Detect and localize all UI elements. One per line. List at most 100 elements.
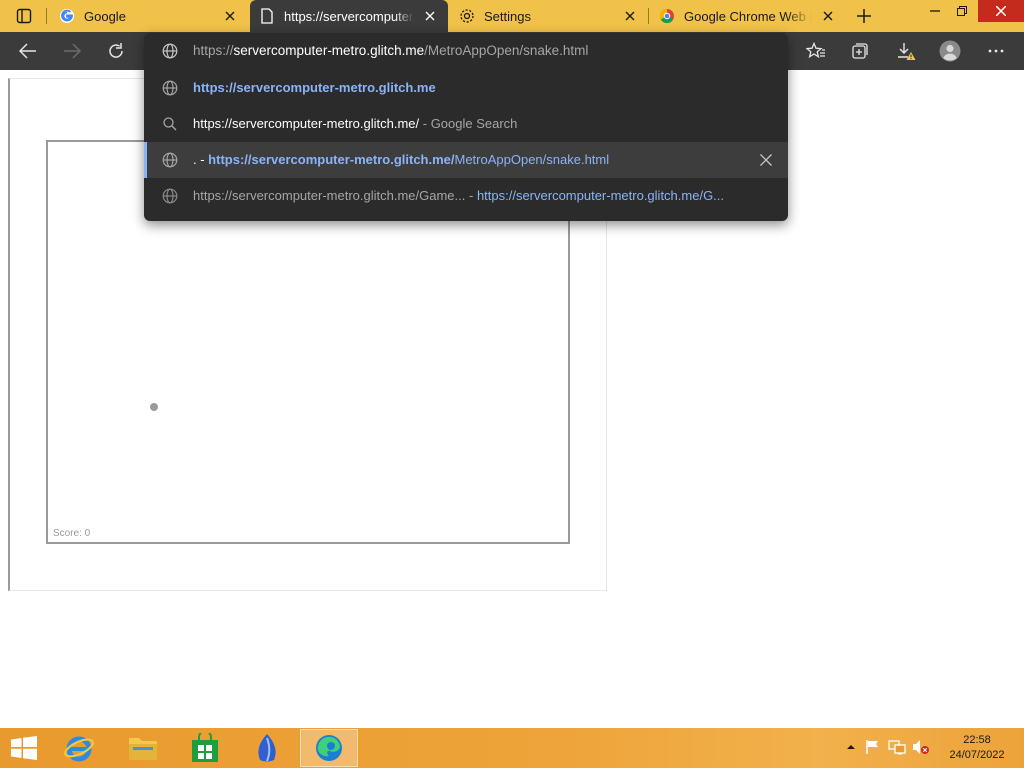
store-icon (192, 733, 218, 762)
favorites-button[interactable] (800, 36, 832, 66)
windows-logo-icon (11, 736, 37, 760)
suggestion-lead: . - (193, 152, 209, 167)
snake-food (150, 403, 158, 411)
address-input[interactable]: https://servercomputer-metro.glitch.me/M… (144, 33, 788, 69)
close-icon (996, 6, 1006, 16)
tab-separator (46, 8, 47, 24)
suggestion-title: https://servercomputer-metro.glitch.me/G… (193, 188, 466, 203)
suggestion-separator: - (465, 188, 477, 203)
suggestion-url: https://servercomputer-metro.glitch.me (193, 80, 436, 95)
close-icon (425, 11, 435, 21)
suggestion-item-selected[interactable]: . - https://servercomputer-metro.glitch.… (144, 142, 788, 178)
tab-close-button[interactable] (620, 6, 640, 26)
profile-button[interactable] (934, 36, 966, 66)
suggestion-item[interactable]: https://servercomputer-metro.glitch.me/ … (144, 106, 788, 142)
restore-icon (957, 6, 967, 16)
search-icon (162, 116, 178, 132)
tab-title: Google (84, 8, 126, 24)
network-icon (888, 740, 906, 755)
refresh-button[interactable] (100, 36, 132, 66)
suggestion-item[interactable]: https://servercomputer-metro.glitch.me/G… (144, 178, 788, 214)
refresh-icon (109, 43, 123, 58)
forward-button[interactable] (56, 36, 88, 66)
network-button[interactable] (888, 738, 906, 756)
taskbar-app[interactable] (238, 729, 296, 767)
globe-icon (162, 188, 178, 204)
chrome-icon (658, 7, 676, 25)
tab-google[interactable]: Google (50, 0, 248, 32)
chevron-up-icon (847, 745, 855, 749)
tab-close-button[interactable] (818, 6, 838, 26)
url-path: /MetroAppOpen/snake.html (424, 43, 589, 58)
score-label: Score: 0 (53, 528, 91, 539)
tab-strip: Google https://servercomputer-metro.glit… (0, 0, 1024, 32)
action-center-button[interactable] (864, 738, 882, 756)
tab-separator (648, 8, 649, 24)
collections-icon (852, 43, 868, 59)
download-icon (898, 43, 916, 60)
file-explorer-icon (129, 738, 157, 760)
close-icon (625, 11, 635, 21)
address-bar-dropdown: https://servercomputer-metro.glitch.me/M… (144, 33, 788, 221)
tab-title: Google Chrome Web Browser (684, 8, 812, 24)
tab-title: Settings (484, 8, 531, 24)
gear-icon (458, 7, 476, 25)
tab-chrome-web-browser[interactable]: Google Chrome Web Browser (650, 0, 846, 32)
new-tab-button[interactable] (852, 4, 876, 28)
page-icon (258, 7, 276, 25)
suggestion-suffix: - Google Search (419, 116, 518, 131)
close-icon (225, 11, 235, 21)
tab-close-button[interactable] (420, 6, 440, 26)
taskbar-file-explorer[interactable] (114, 729, 172, 767)
suggestion-url: https://servercomputer-metro.glitch.me/G… (476, 188, 725, 203)
favorites-icon (806, 42, 825, 59)
globe-icon (162, 80, 178, 96)
tab-actions-button[interactable] (8, 5, 40, 27)
collections-button[interactable] (844, 36, 876, 66)
app-icon (258, 734, 276, 762)
close-icon (760, 154, 772, 166)
restore-button[interactable] (947, 0, 977, 22)
google-g-icon (58, 7, 76, 25)
tab-settings[interactable]: Settings (450, 0, 648, 32)
plus-icon (857, 9, 871, 23)
remove-suggestion-button[interactable] (756, 150, 776, 170)
suggestion-item[interactable]: https://servercomputer-metro.glitch.me (144, 70, 788, 106)
taskbar-edge[interactable] (300, 729, 358, 767)
tab-close-button[interactable] (220, 6, 240, 26)
volume-muted-icon (913, 740, 929, 754)
flag-icon (866, 740, 878, 754)
tab-actions-icon (16, 8, 32, 24)
taskbar-internet-explorer[interactable] (50, 729, 108, 767)
suggestion-query: https://servercomputer-metro.glitch.me/ (193, 116, 420, 131)
minimize-button[interactable] (920, 0, 950, 22)
arrow-right-icon (64, 43, 81, 59)
edge-icon (316, 735, 342, 761)
tab-snake[interactable]: https://servercomputer-metro.glitch.me/M… (250, 0, 448, 32)
url-prefix: https:// (193, 43, 234, 58)
arrow-left-icon (19, 43, 36, 59)
globe-icon (162, 152, 178, 168)
taskbar-store[interactable] (176, 729, 234, 767)
volume-button[interactable] (912, 738, 930, 756)
tab-title: https://servercomputer-metro.glitch.me/M… (284, 8, 414, 24)
clock-date: 24/07/2022 (949, 749, 1005, 761)
suggestion-path: MetroAppOpen/snake.html (454, 152, 610, 167)
close-icon (823, 11, 833, 21)
internet-explorer-icon (64, 736, 94, 762)
back-button[interactable] (12, 36, 44, 66)
downloads-button[interactable] (890, 36, 922, 66)
close-window-button[interactable] (978, 0, 1024, 22)
suggestion-host: https://servercomputer-metro.glitch.me/ (208, 152, 455, 167)
settings-more-button[interactable] (980, 36, 1012, 66)
taskbar-clock[interactable]: 22:58 24/07/2022 (940, 733, 1014, 763)
more-icon (988, 49, 1004, 53)
globe-icon (162, 43, 178, 59)
taskbar (0, 728, 1024, 768)
avatar-icon (939, 40, 961, 62)
start-button[interactable] (10, 736, 40, 762)
clock-time: 22:58 (963, 734, 991, 746)
tray-overflow-button[interactable] (842, 738, 860, 756)
minimize-icon (930, 10, 940, 12)
url-host: servercomputer-metro.glitch.me (233, 43, 425, 58)
